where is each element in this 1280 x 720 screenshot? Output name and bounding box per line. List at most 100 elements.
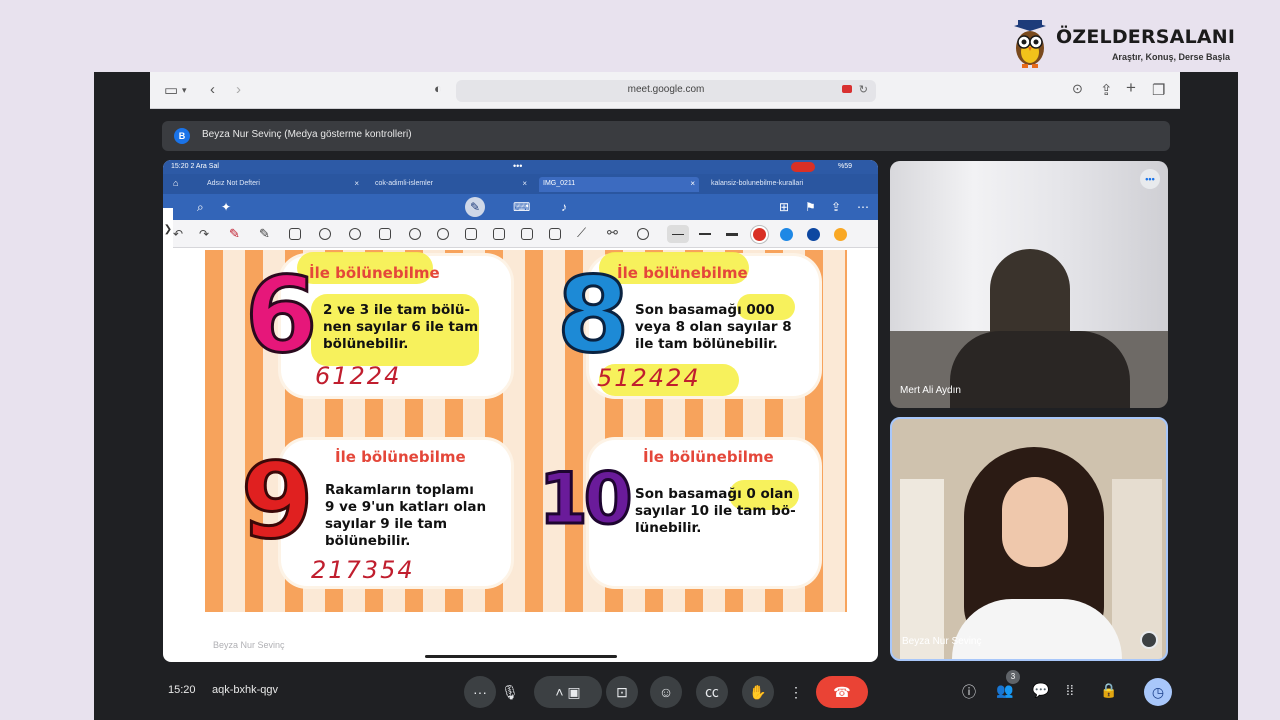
- room-shelf: [900, 479, 944, 659]
- end-call-button[interactable]: ☎: [816, 676, 868, 708]
- search-icon[interactable]: ⌕: [197, 200, 204, 215]
- close-icon[interactable]: ×: [690, 179, 695, 188]
- pen-color-navy[interactable]: [807, 228, 820, 241]
- sparkle-icon[interactable]: ✦: [221, 200, 231, 214]
- view-icon[interactable]: [437, 228, 449, 240]
- clock-icon[interactable]: [637, 228, 649, 240]
- activities-icon[interactable]: ⁞⁞: [1066, 682, 1074, 698]
- card-divisible-by-9: İle bölünebilme Rakamların toplamı 9 ve …: [281, 440, 511, 586]
- handwritten-example: 217354: [311, 556, 415, 584]
- forward-icon[interactable]: ›: [236, 81, 241, 98]
- close-icon[interactable]: ×: [522, 179, 527, 188]
- emoji-button[interactable]: ☺: [650, 676, 682, 708]
- big-number-6: 6: [243, 253, 318, 378]
- meeting-time: 15:20: [168, 684, 196, 696]
- shapes-icon[interactable]: [379, 228, 391, 240]
- microphone-icon[interactable]: ♪: [561, 200, 567, 214]
- shield-icon[interactable]: ◐: [434, 81, 442, 96]
- brand-logo: ÖZELDERSALANI Araştır, Konuş, Derse Başl…: [1012, 18, 1242, 72]
- pen-color-yellow[interactable]: [834, 228, 847, 241]
- home-indicator: [425, 655, 617, 658]
- share-icon[interactable]: ⇪: [831, 200, 841, 214]
- present-screen-button[interactable]: ⊡: [606, 676, 638, 708]
- rule-text: Son basamağı 0 olan sayılar 10 ile tam b…: [635, 486, 796, 536]
- chevron-down-icon[interactable]: ▾: [182, 85, 187, 96]
- stroke-medium-icon[interactable]: [699, 233, 711, 235]
- big-number-10: 10: [537, 457, 633, 542]
- presenter-avatar: B: [174, 128, 190, 144]
- home-icon[interactable]: ⌂: [173, 178, 178, 188]
- stroke-thick-icon[interactable]: [726, 233, 738, 236]
- brand-name: ÖZELDERSALANI: [1056, 26, 1236, 48]
- card-title: İle bölünebilme: [335, 448, 466, 466]
- camera-icon[interactable]: [549, 228, 561, 240]
- textbox-icon[interactable]: [521, 228, 533, 240]
- captions-button[interactable]: ㏄: [696, 676, 728, 708]
- sticker-icon[interactable]: [465, 228, 477, 240]
- participant-tile-2[interactable]: Beyza Nur Sevinç: [890, 417, 1168, 661]
- sidebar-toggle-icon[interactable]: ▭: [164, 81, 178, 99]
- pen-color-blue[interactable]: [780, 228, 793, 241]
- address-bar[interactable]: meet.google.com ↻: [456, 80, 876, 102]
- back-icon[interactable]: ‹: [210, 81, 215, 98]
- highlighter-icon[interactable]: [319, 228, 331, 240]
- image-icon[interactable]: [493, 228, 505, 240]
- microphone-icon[interactable]: 🎙: [494, 676, 526, 708]
- new-tab-icon[interactable]: +: [1126, 78, 1136, 98]
- raise-hand-button[interactable]: ✋: [742, 676, 774, 708]
- screen-owner-name: Beyza Nur Sevinç: [213, 640, 285, 650]
- tab-adsiz-not-defteri[interactable]: Adsız Not Defteri ×: [203, 177, 363, 192]
- pen-tool-icon[interactable]: ✎: [229, 226, 240, 242]
- big-number-9: 9: [239, 439, 314, 564]
- rule-text: 2 ve 3 ile tam bölü- nen sayılar 6 ile t…: [323, 302, 479, 352]
- lasso-icon[interactable]: [349, 228, 361, 240]
- stroke-thin-icon: [672, 234, 684, 235]
- participant-tile-1[interactable]: ••• Mert Ali Aydın: [890, 161, 1168, 408]
- keyboard-icon[interactable]: ⌨: [513, 200, 530, 214]
- pin-icon[interactable]: [1140, 631, 1158, 649]
- shared-screen: 15:20 2 Ara Sal ••• %59 ⌂ Adsız Not Deft…: [163, 160, 878, 662]
- tab-img-0211[interactable]: IMG_0211 ×: [539, 177, 699, 192]
- lesson-slide: İle bölünebilme 2 ve 3 ile tam bölü- nen…: [205, 250, 847, 612]
- info-icon[interactable]: ⓘ: [962, 682, 976, 702]
- pencil-tool-icon[interactable]: ✎: [259, 226, 270, 242]
- audio-active-icon: •••: [1140, 169, 1160, 189]
- close-icon[interactable]: ×: [354, 179, 359, 188]
- ruler-icon[interactable]: ⟋: [577, 225, 586, 241]
- presenter-controls-bar[interactable]: B Beyza Nur Sevinç (Medya gösterme kontr…: [162, 121, 1170, 151]
- redo-icon[interactable]: ↷: [199, 227, 209, 241]
- tab-overview-icon[interactable]: ❐: [1152, 81, 1165, 99]
- bookmark-icon[interactable]: ⚑: [805, 200, 816, 214]
- pen-color-red[interactable]: [753, 228, 766, 241]
- eraser-icon[interactable]: [289, 228, 301, 240]
- link-icon[interactable]: ⚯: [607, 225, 618, 241]
- video-camera-icon: ▣: [567, 684, 581, 700]
- card-title: İle bölünebilme: [643, 448, 774, 466]
- camera-button[interactable]: ˄ ▣: [534, 676, 602, 708]
- people-icon[interactable]: 👥: [996, 682, 1013, 699]
- participant-body: [950, 331, 1130, 408]
- undo-icon[interactable]: ↶: [173, 227, 183, 241]
- presenter-label: Beyza Nur Sevinç (Medya gösterme kontrol…: [202, 129, 412, 140]
- download-icon[interactable]: ⊙: [1072, 81, 1083, 97]
- big-number-8: 8: [555, 253, 630, 378]
- brand-slogan: Araştır, Konuş, Derse Başla: [1111, 52, 1230, 62]
- side-handle[interactable]: ❯: [163, 208, 173, 252]
- add-page-icon[interactable]: ⊞: [779, 200, 789, 214]
- meeting-code: aqk-bxhk-qgv: [212, 684, 279, 696]
- tab-kalansiz-bolunebilme[interactable]: kalansiz-bolunebilme-kurallari: [707, 177, 847, 192]
- tab-cok-adimli-islemler[interactable]: cok-adimli-islemler ×: [371, 177, 531, 192]
- participant-face: [1002, 477, 1068, 567]
- reload-icon[interactable]: ↻: [859, 83, 868, 96]
- chat-icon[interactable]: 💬: [1032, 682, 1049, 699]
- host-controls-icon[interactable]: 🔒: [1100, 682, 1117, 699]
- laser-icon[interactable]: [409, 228, 421, 240]
- more-options-button[interactable]: ⋮: [784, 676, 808, 708]
- pen-mode-icon[interactable]: ✎: [465, 197, 485, 217]
- url-text: meet.google.com: [627, 84, 705, 95]
- more-reactions-button[interactable]: ···: [464, 676, 496, 708]
- more-icon[interactable]: ⋯: [857, 200, 869, 214]
- timer-icon[interactable]: ◷: [1144, 678, 1172, 706]
- chevron-up-icon[interactable]: ˄: [555, 684, 563, 700]
- share-icon[interactable]: ⇪: [1100, 81, 1113, 99]
